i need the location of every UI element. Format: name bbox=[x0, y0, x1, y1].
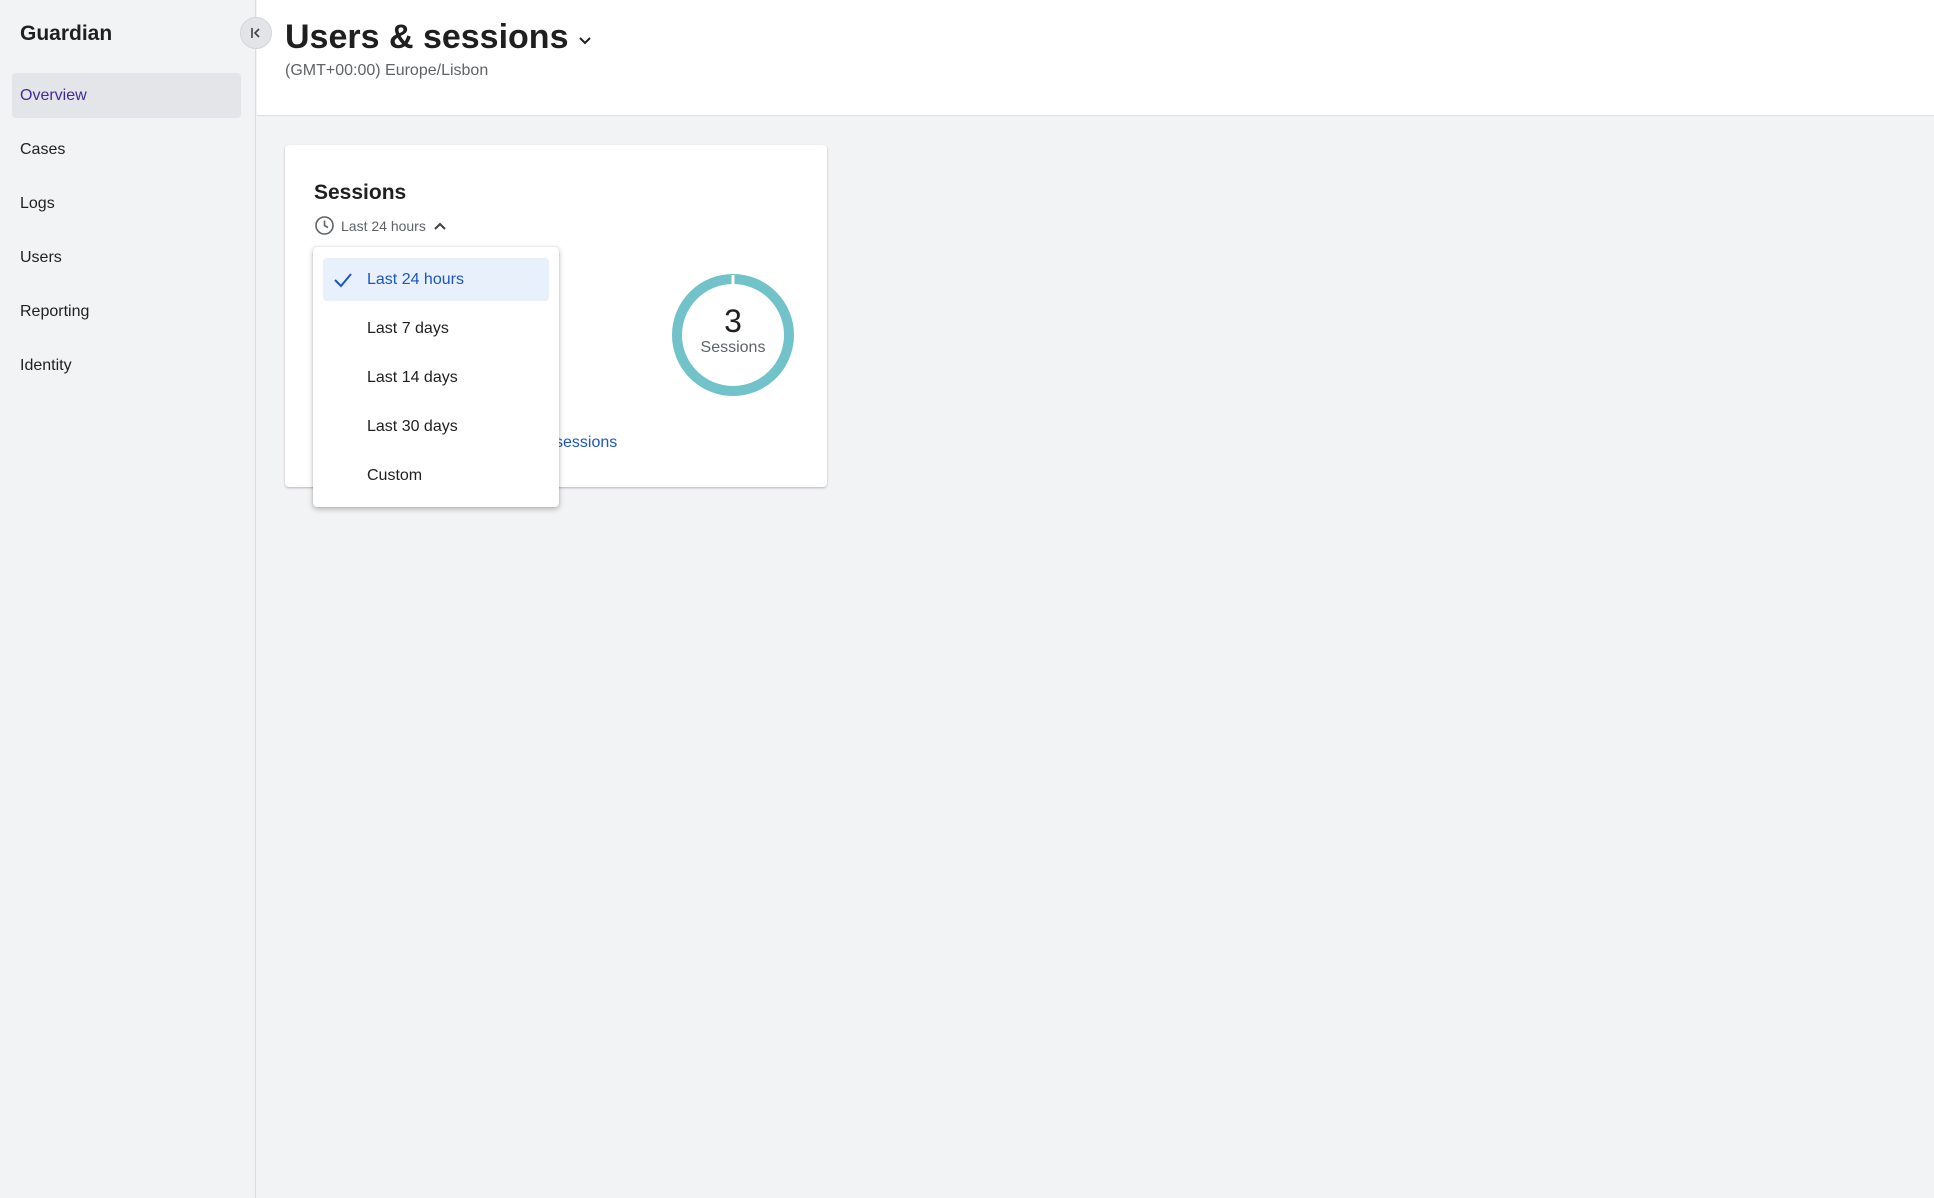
collapse-sidebar-button[interactable] bbox=[240, 17, 272, 49]
collapse-left-icon bbox=[249, 26, 263, 40]
sidebar: Guardian Overview Cases Logs Users Repor… bbox=[0, 0, 272, 1198]
donut-value: 3 bbox=[724, 303, 742, 339]
sidebar-item-users[interactable]: Users bbox=[12, 235, 241, 280]
dropdown-option-label: Last 24 hours bbox=[367, 270, 464, 288]
sidebar-item-overview[interactable]: Overview bbox=[12, 73, 241, 118]
check-icon bbox=[333, 271, 353, 289]
card-title: Sessions bbox=[314, 181, 407, 204]
sidebar-item-cases[interactable]: Cases bbox=[12, 127, 241, 172]
time-range-dropdown: Last 24 hours Last 7 days Last 14 days L… bbox=[313, 247, 559, 507]
dropdown-option-label: Last 7 days bbox=[367, 319, 449, 337]
time-range-selector[interactable]: Last 24 hours bbox=[314, 215, 448, 236]
page-title-selector[interactable]: Users & sessions bbox=[285, 18, 593, 57]
app-title: Guardian bbox=[20, 22, 113, 45]
timezone-label: (GMT+00:00) Europe/Lisbon bbox=[285, 62, 489, 79]
sidebar-nav: Overview Cases Logs Users Reporting Iden… bbox=[12, 73, 241, 397]
donut-label: Sessions bbox=[700, 339, 766, 356]
dropdown-option-last-24-hours[interactable]: Last 24 hours bbox=[323, 258, 549, 301]
dropdown-option-last-14-days[interactable]: Last 14 days bbox=[323, 356, 549, 399]
dropdown-option-label: Last 14 days bbox=[367, 368, 458, 386]
chevron-up-icon bbox=[432, 218, 448, 234]
dropdown-option-last-30-days[interactable]: Last 30 days bbox=[323, 405, 549, 448]
view-sessions-link[interactable]: sessions bbox=[555, 434, 617, 452]
dropdown-option-last-7-days[interactable]: Last 7 days bbox=[323, 307, 549, 350]
view-sessions-link-text: sessions bbox=[555, 434, 618, 451]
dropdown-option-custom[interactable]: Custom bbox=[323, 454, 549, 497]
sidebar-item-logs[interactable]: Logs bbox=[12, 181, 241, 226]
page-header: Users & sessions (GMT+00:00) Europe/Lisb… bbox=[257, 0, 1934, 116]
page-title: Users & sessions bbox=[285, 18, 569, 56]
dropdown-option-label: Custom bbox=[367, 466, 423, 484]
chevron-down-icon[interactable] bbox=[577, 33, 593, 49]
time-range-label: Last 24 hours bbox=[341, 217, 426, 234]
clock-icon bbox=[314, 215, 335, 236]
dropdown-option-label: Last 30 days bbox=[367, 417, 458, 435]
sidebar-item-identity[interactable]: Identity bbox=[12, 343, 241, 388]
sidebar-item-reporting[interactable]: Reporting bbox=[12, 289, 241, 334]
